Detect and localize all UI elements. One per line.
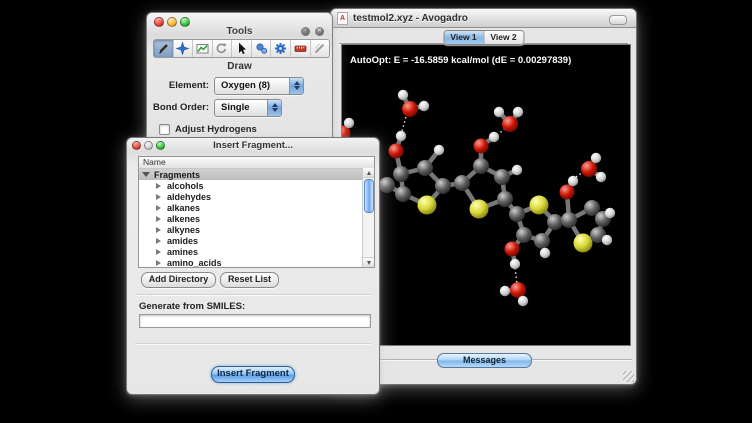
dropdown-stepper-icon bbox=[267, 100, 281, 116]
tool-selector-toolbar bbox=[153, 39, 330, 58]
chevron-down-icon[interactable] bbox=[142, 172, 150, 177]
auto-rotate-tool-icon bbox=[255, 42, 268, 55]
list-scrollbar[interactable] bbox=[362, 168, 374, 267]
chevron-right-icon[interactable] bbox=[156, 183, 161, 189]
draw-tool-icon bbox=[157, 42, 170, 55]
manipulate-tool-button[interactable] bbox=[213, 40, 233, 57]
chevron-right-icon[interactable] bbox=[156, 249, 161, 255]
tree-item[interactable]: alcohols bbox=[139, 180, 374, 191]
tools-window: Tools ◦ ✕ Draw Ele bbox=[146, 12, 333, 142]
scroll-down-icon[interactable] bbox=[363, 257, 374, 267]
tree-item[interactable]: aldehydes bbox=[139, 191, 374, 202]
tree-item[interactable]: alkynes bbox=[139, 224, 374, 235]
zoom-icon[interactable] bbox=[156, 141, 165, 150]
dock-close-icon[interactable]: ✕ bbox=[315, 27, 324, 36]
separator bbox=[135, 294, 371, 296]
selection-tool-button[interactable] bbox=[232, 40, 252, 57]
navigate-tool-button[interactable] bbox=[174, 40, 194, 57]
tree-item-label: amines bbox=[167, 247, 198, 257]
scrollbar-thumb[interactable] bbox=[364, 179, 374, 213]
element-label: Element: bbox=[147, 80, 214, 91]
resize-grip[interactable] bbox=[623, 371, 634, 382]
minimize-disabled-icon bbox=[144, 141, 153, 150]
tree-item-label: alkynes bbox=[167, 225, 200, 235]
tools-dock-titlebar[interactable]: Tools ◦ ✕ bbox=[147, 25, 332, 39]
bond-order-label: Bond Order: bbox=[147, 102, 214, 113]
manipulate-tool-icon bbox=[215, 42, 228, 55]
bond-order-dropdown[interactable]: Single bbox=[214, 99, 282, 117]
molecule-rendering bbox=[342, 45, 630, 345]
dialog-window-controls bbox=[132, 141, 165, 150]
dialog-titlebar[interactable]: Insert Fragment... bbox=[127, 138, 379, 152]
chevron-right-icon[interactable] bbox=[156, 194, 161, 200]
smiles-label: Generate from SMILES: bbox=[139, 301, 245, 312]
toolbar-pill-button[interactable] bbox=[609, 15, 627, 25]
tree-item[interactable]: alkenes bbox=[139, 213, 374, 224]
chevron-right-icon[interactable] bbox=[156, 205, 161, 211]
tree-item[interactable]: amides bbox=[139, 235, 374, 246]
tree-root-fragments[interactable]: Fragments bbox=[139, 169, 374, 180]
list-column-header[interactable]: Name bbox=[139, 157, 374, 169]
tree-item[interactable]: amino_acids bbox=[139, 257, 374, 268]
navigate-tool-icon bbox=[176, 42, 189, 55]
dropdown-stepper-icon bbox=[289, 78, 303, 94]
draw-tool-button[interactable] bbox=[154, 40, 174, 57]
chevron-right-icon[interactable] bbox=[156, 227, 161, 233]
bond-centric-tool-button[interactable] bbox=[193, 40, 213, 57]
tree-item-label: aldehydes bbox=[167, 192, 211, 202]
insert-fragment-dialog: Insert Fragment... Name Fragments alcoho… bbox=[126, 137, 380, 395]
auto-optimize-tool-button[interactable] bbox=[271, 40, 291, 57]
tab-view-2[interactable]: View 2 bbox=[483, 31, 523, 44]
insert-fragment-button[interactable]: Insert Fragment bbox=[211, 366, 295, 383]
window-title: testmol2.xyz - Avogadro bbox=[353, 13, 468, 24]
element-value: Oxygen (8) bbox=[215, 80, 289, 91]
chevron-right-icon[interactable] bbox=[156, 260, 161, 266]
tree-item-label: alkenes bbox=[167, 214, 200, 224]
tab-view-1[interactable]: View 1 bbox=[444, 31, 483, 44]
align-tool-button[interactable] bbox=[311, 40, 330, 57]
dock-float-icon[interactable]: ◦ bbox=[301, 27, 310, 36]
desktop: { "tools_window": { "window_controls": [… bbox=[0, 0, 752, 423]
tree-item-label: alcohols bbox=[167, 181, 204, 191]
chevron-right-icon[interactable] bbox=[156, 216, 161, 222]
document-icon: A bbox=[337, 12, 348, 25]
tree-root-label: Fragments bbox=[154, 170, 200, 180]
selection-tool-icon bbox=[235, 42, 248, 55]
tree-item[interactable]: amines bbox=[139, 246, 374, 257]
auto-optimize-tool-icon bbox=[274, 42, 287, 55]
element-dropdown[interactable]: Oxygen (8) bbox=[214, 77, 304, 95]
close-icon[interactable] bbox=[132, 141, 141, 150]
adjust-hydrogens-label: Adjust Hydrogens bbox=[175, 124, 257, 135]
view-tabs: View 1 View 2 bbox=[443, 30, 524, 45]
bond-centric-tool-icon bbox=[196, 42, 209, 55]
active-tool-label: Draw bbox=[147, 61, 332, 72]
measure-tool-button[interactable] bbox=[291, 40, 311, 57]
separator bbox=[135, 343, 371, 345]
align-tool-icon bbox=[313, 42, 326, 55]
chevron-right-icon[interactable] bbox=[156, 238, 161, 244]
autoopt-status-text: AutoOpt: E = -16.5859 kcal/mol (dE = 0.0… bbox=[350, 55, 571, 66]
tree-item-label: amino_acids bbox=[167, 258, 222, 268]
reset-list-button[interactable]: Reset List bbox=[220, 272, 279, 288]
messages-button[interactable]: Messages bbox=[437, 353, 532, 368]
auto-rotate-tool-button[interactable] bbox=[252, 40, 272, 57]
bond-order-value: Single bbox=[215, 102, 267, 113]
measure-tool-icon bbox=[294, 42, 307, 55]
scroll-up-icon[interactable] bbox=[363, 168, 374, 178]
add-directory-button[interactable]: Add Directory bbox=[141, 272, 216, 288]
fragment-tree-list: Name Fragments alcohols aldehydes alkane… bbox=[138, 156, 375, 268]
smiles-input[interactable] bbox=[139, 314, 371, 328]
tree-item-label: alkanes bbox=[167, 203, 200, 213]
main-window-titlebar[interactable]: A testmol2.xyz - Avogadro bbox=[331, 9, 636, 28]
tree-item[interactable]: alkanes bbox=[139, 202, 374, 213]
molecule-3d-view[interactable]: AutoOpt: E = -16.5859 kcal/mol (dE = 0.0… bbox=[341, 44, 631, 346]
tree-item-label: amides bbox=[167, 236, 198, 246]
adjust-hydrogens-checkbox[interactable] bbox=[159, 124, 170, 135]
